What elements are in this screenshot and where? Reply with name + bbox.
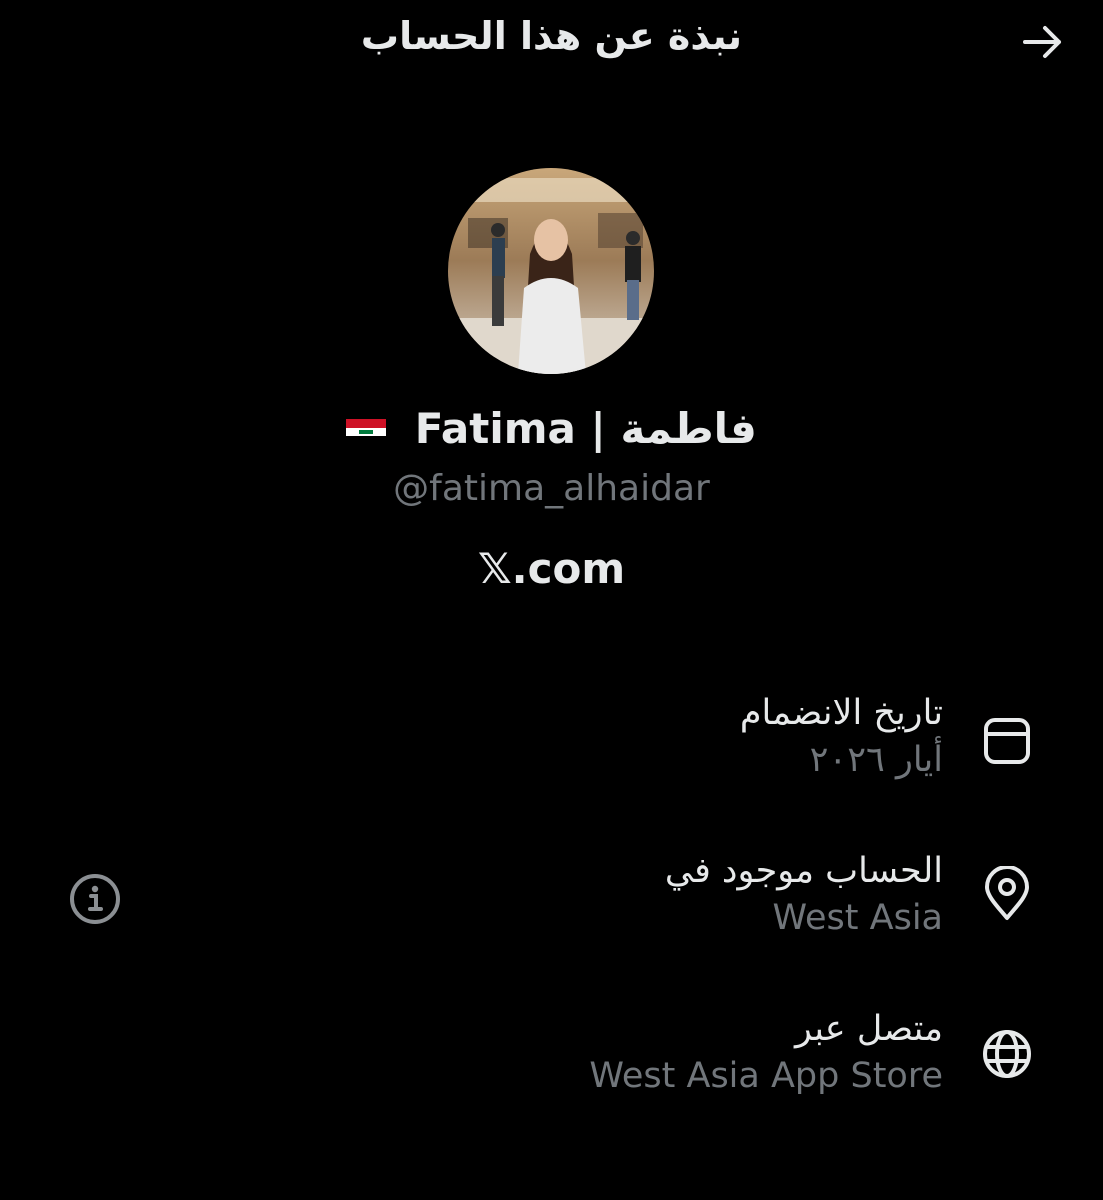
info-icon[interactable] (68, 872, 122, 926)
location-label: الحساب موجود في (664, 851, 943, 891)
display-name: فاطمة | Fatima (414, 404, 757, 453)
account-location-row: الحساب موجود في West Asia (123, 848, 943, 942)
page-title: نبذة عن هذا الحساب (360, 14, 743, 58)
back-button[interactable] (1013, 12, 1073, 72)
username: @fatima_alhaidar (393, 468, 710, 509)
display-name-row: فاطمة | Fatima (0, 404, 1103, 453)
avatar[interactable] (448, 168, 654, 374)
location-value: West Asia (772, 898, 943, 938)
iraq-flag-icon (346, 418, 387, 445)
arrow-right-icon (1023, 26, 1061, 58)
joined-date-row: تاريخ الانضمام أيار ٢٠٢٦ (123, 690, 943, 784)
connected-label: متصل عبر (794, 1009, 943, 1049)
site-link[interactable]: 𝕏.com (0, 544, 1103, 593)
connected-via-row: متصل عبر West Asia App Store (123, 1006, 943, 1100)
connected-value: West Asia App Store (589, 1056, 943, 1096)
calendar-icon (984, 718, 1030, 764)
joined-label: تاريخ الانضمام (739, 693, 943, 733)
location-pin-icon (985, 866, 1029, 920)
joined-value: أيار ٢٠٢٦ (809, 740, 943, 780)
header: نبذة عن هذا الحساب (0, 0, 1103, 80)
profile-photo (448, 168, 654, 374)
globe-icon (983, 1030, 1031, 1078)
